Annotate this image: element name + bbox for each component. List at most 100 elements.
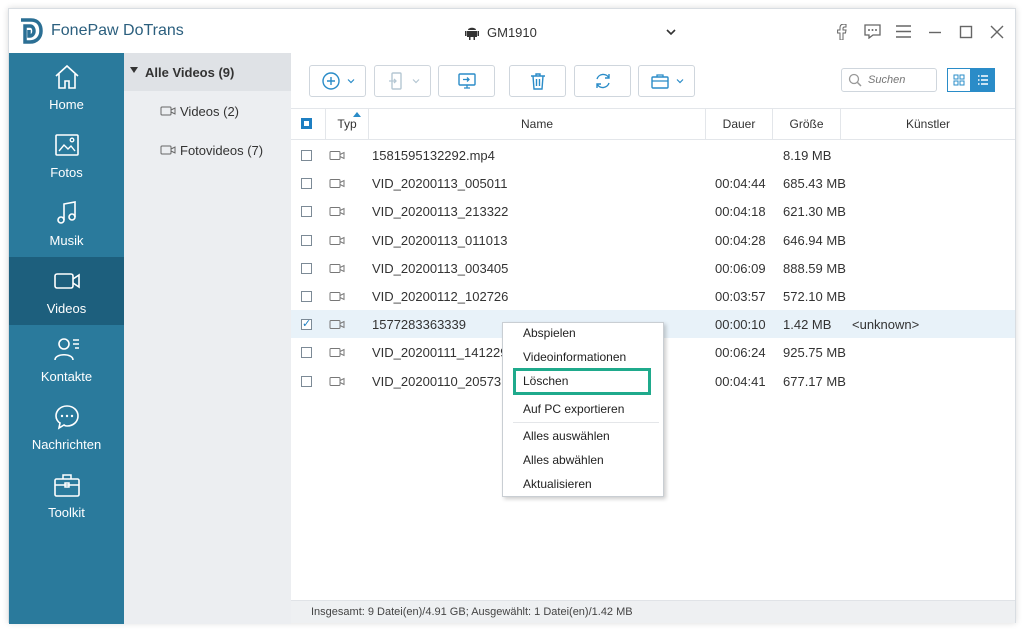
cell-duration: 00:06:09	[715, 260, 766, 276]
title-bar: FonePaw DoTrans GM1910	[9, 9, 1015, 53]
cell-name: VID_20200113_011013	[372, 232, 508, 248]
tree-item-photo-videos[interactable]: Fotovideos (7)	[160, 140, 263, 160]
cell-duration: 00:06:24	[715, 345, 766, 361]
status-bar: Insgesamt: 9 Datei(en)/4.91 GB; Ausgewäh…	[291, 600, 1015, 623]
app-window: FonePaw DoTrans GM1910 Home Fotos Musik …	[8, 8, 1016, 624]
row-checkbox[interactable]	[301, 375, 312, 387]
menu-item-deselect-all[interactable]: Alles abwählen	[523, 453, 604, 467]
sidebar-item-messages[interactable]: Nachrichten	[9, 393, 124, 461]
search-box	[841, 68, 937, 92]
table-row[interactable]: VID_20200112_102726 00:03:57 572.10 MB	[291, 282, 1015, 310]
cell-name: 1581595132292.mp4	[372, 148, 495, 163]
video-file-icon	[329, 151, 345, 160]
row-checkbox[interactable]	[301, 150, 312, 161]
video-icon	[54, 273, 80, 289]
cell-size: 646.94 MB	[783, 232, 846, 248]
cell-size: 677.17 MB	[783, 373, 846, 389]
search-input[interactable]	[868, 74, 934, 86]
chevron-down-icon	[666, 29, 676, 36]
table-row[interactable]: VID_20200113_213322 00:04:18 621.30 MB	[291, 197, 1015, 225]
cell-size: 8.19 MB	[783, 148, 832, 163]
toolkit-icon	[54, 474, 80, 497]
cell-name: VID_20200113_003405	[372, 260, 509, 276]
menu-item-refresh[interactable]: Aktualisieren	[523, 477, 592, 491]
row-checkbox[interactable]	[301, 262, 312, 274]
toolbox-button[interactable]	[638, 65, 695, 97]
grid-view-button[interactable]	[947, 68, 971, 92]
row-checkbox[interactable]	[301, 234, 312, 246]
menu-item-video-info[interactable]: Videoinformationen	[523, 350, 626, 364]
tree-root-all-videos[interactable]: Alle Videos (9)	[124, 53, 291, 91]
toolbox-icon	[650, 74, 669, 89]
cell-duration: 00:04:28	[715, 232, 766, 248]
close-icon[interactable]	[988, 23, 1005, 40]
sidebar-item-contacts[interactable]: Kontakte	[9, 325, 124, 393]
cell-name: VID_20200112_102726	[372, 289, 509, 304]
table-row[interactable]: 1581595132292.mp4 8.19 MB	[291, 141, 1015, 169]
sidebar-item-label: Kontakte	[40, 369, 93, 384]
add-button[interactable]	[309, 65, 366, 97]
table-row[interactable]: VID_20200113_003405 00:06:09 888.59 MB	[291, 254, 1015, 282]
menu-item-export-to-pc[interactable]: Auf PC exportieren	[523, 402, 624, 416]
maximize-icon[interactable]	[957, 23, 974, 40]
sidebar-item-label: Musik	[49, 233, 84, 248]
select-all-checkbox[interactable]	[301, 118, 312, 129]
video-file-icon	[329, 235, 345, 245]
chevron-down-icon	[676, 79, 683, 84]
tree-item-videos[interactable]: Videos (2)	[160, 101, 239, 121]
export-to-pc-button[interactable]	[438, 65, 495, 97]
phone-export-icon	[388, 72, 402, 90]
column-header-type[interactable]: Typ	[326, 109, 369, 140]
refresh-icon	[595, 73, 610, 89]
refresh-button[interactable]	[574, 65, 631, 97]
cell-name: VID_20200110_205731	[372, 373, 509, 389]
tree-item-label: Fotovideos (7)	[180, 142, 264, 158]
menu-item-select-all[interactable]: Alles auswählen	[523, 429, 610, 443]
video-file-icon	[329, 207, 345, 217]
menu-icon[interactable]	[895, 23, 912, 40]
sidebar-item-label: Fotos	[50, 165, 83, 180]
menu-item-play[interactable]: Abspielen	[523, 326, 576, 340]
table-row[interactable]: VID_20200113_005011 00:04:44 685.43 MB	[291, 169, 1015, 197]
sidebar-item-label: Videos	[46, 301, 87, 316]
list-view-button[interactable]	[971, 68, 995, 92]
export-to-device-button[interactable]	[374, 65, 431, 97]
sidebar-item-toolkit[interactable]: Toolkit	[9, 461, 124, 529]
column-header-artist-label: Künstler	[905, 117, 951, 131]
sidebar: Home Fotos Musik Videos Kontakte Nachric…	[9, 53, 124, 624]
video-file-icon	[329, 263, 345, 273]
row-checkbox[interactable]	[301, 178, 312, 190]
row-checkbox[interactable]	[301, 347, 312, 359]
context-menu: Abspielen Videoinformationen Löschen Auf…	[502, 322, 664, 497]
video-icon	[160, 106, 176, 116]
column-header-duration-label: Dauer	[722, 117, 756, 131]
row-checkbox[interactable]	[301, 317, 312, 331]
cell-name: VID_20200111_141229	[372, 345, 508, 361]
sidebar-item-home[interactable]: Home	[9, 53, 124, 121]
cell-size: 888.59 MB	[783, 260, 846, 276]
row-checkbox[interactable]	[301, 291, 312, 302]
cell-duration: 00:00:10	[715, 317, 766, 333]
menu-separator	[513, 422, 659, 423]
facebook-icon[interactable]	[833, 23, 850, 40]
table-row[interactable]: VID_20200113_011013 00:04:28 646.94 MB	[291, 226, 1015, 254]
video-file-icon	[329, 348, 345, 358]
minimize-icon[interactable]	[926, 23, 943, 40]
delete-button[interactable]	[509, 65, 566, 97]
device-selector[interactable]: GM1910	[465, 21, 677, 43]
column-header-duration[interactable]: Dauer	[706, 109, 773, 140]
column-header-size[interactable]: Größe	[773, 109, 841, 140]
column-header-name-label: Name	[520, 117, 553, 131]
row-checkbox[interactable]	[301, 206, 312, 218]
feedback-icon[interactable]	[864, 23, 881, 40]
table-header: Typ Name Dauer Größe Künstler	[291, 108, 1015, 140]
sidebar-item-photos[interactable]: Fotos	[9, 121, 124, 189]
column-header-artist[interactable]: Künstler	[841, 109, 1015, 140]
sidebar-item-videos[interactable]: Videos	[9, 257, 124, 325]
video-file-icon	[329, 292, 345, 301]
android-icon	[465, 27, 479, 40]
grid-icon	[953, 74, 965, 86]
sidebar-item-music[interactable]: Musik	[9, 189, 124, 257]
column-header-name[interactable]: Name	[369, 109, 706, 140]
app-logo-icon	[21, 18, 43, 44]
